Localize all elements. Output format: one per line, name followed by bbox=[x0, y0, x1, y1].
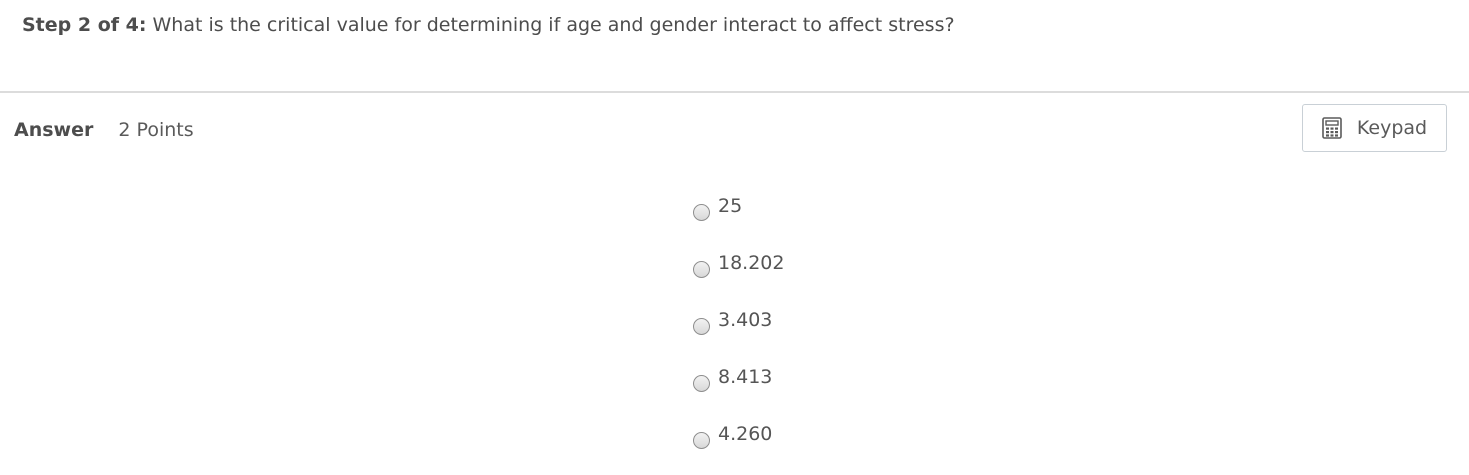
question-prompt: Step 2 of 4: What is the critical value … bbox=[22, 12, 955, 38]
option-label[interactable]: 3.403 bbox=[718, 307, 772, 333]
option-label[interactable]: 8.413 bbox=[718, 364, 772, 390]
radio-button[interactable] bbox=[693, 375, 710, 392]
section-divider bbox=[0, 91, 1469, 93]
radio-button[interactable] bbox=[693, 318, 710, 335]
keypad-button[interactable]: Keypad bbox=[1302, 104, 1447, 152]
keypad-label: Keypad bbox=[1356, 117, 1428, 139]
radio-button[interactable] bbox=[693, 204, 710, 221]
step-label: Step 2 of 4: bbox=[22, 14, 147, 36]
answer-header: Answer 2 Points bbox=[14, 116, 194, 144]
question-text: What is the critical value for determini… bbox=[152, 14, 955, 36]
points-label: 2 Points bbox=[118, 119, 194, 141]
option-label[interactable]: 25 bbox=[718, 193, 742, 219]
option-label[interactable]: 4.260 bbox=[718, 421, 772, 447]
answer-label: Answer bbox=[14, 119, 94, 141]
calculator-icon bbox=[1322, 117, 1342, 139]
radio-button[interactable] bbox=[693, 432, 710, 449]
option-label[interactable]: 18.202 bbox=[718, 250, 784, 276]
radio-button[interactable] bbox=[693, 261, 710, 278]
